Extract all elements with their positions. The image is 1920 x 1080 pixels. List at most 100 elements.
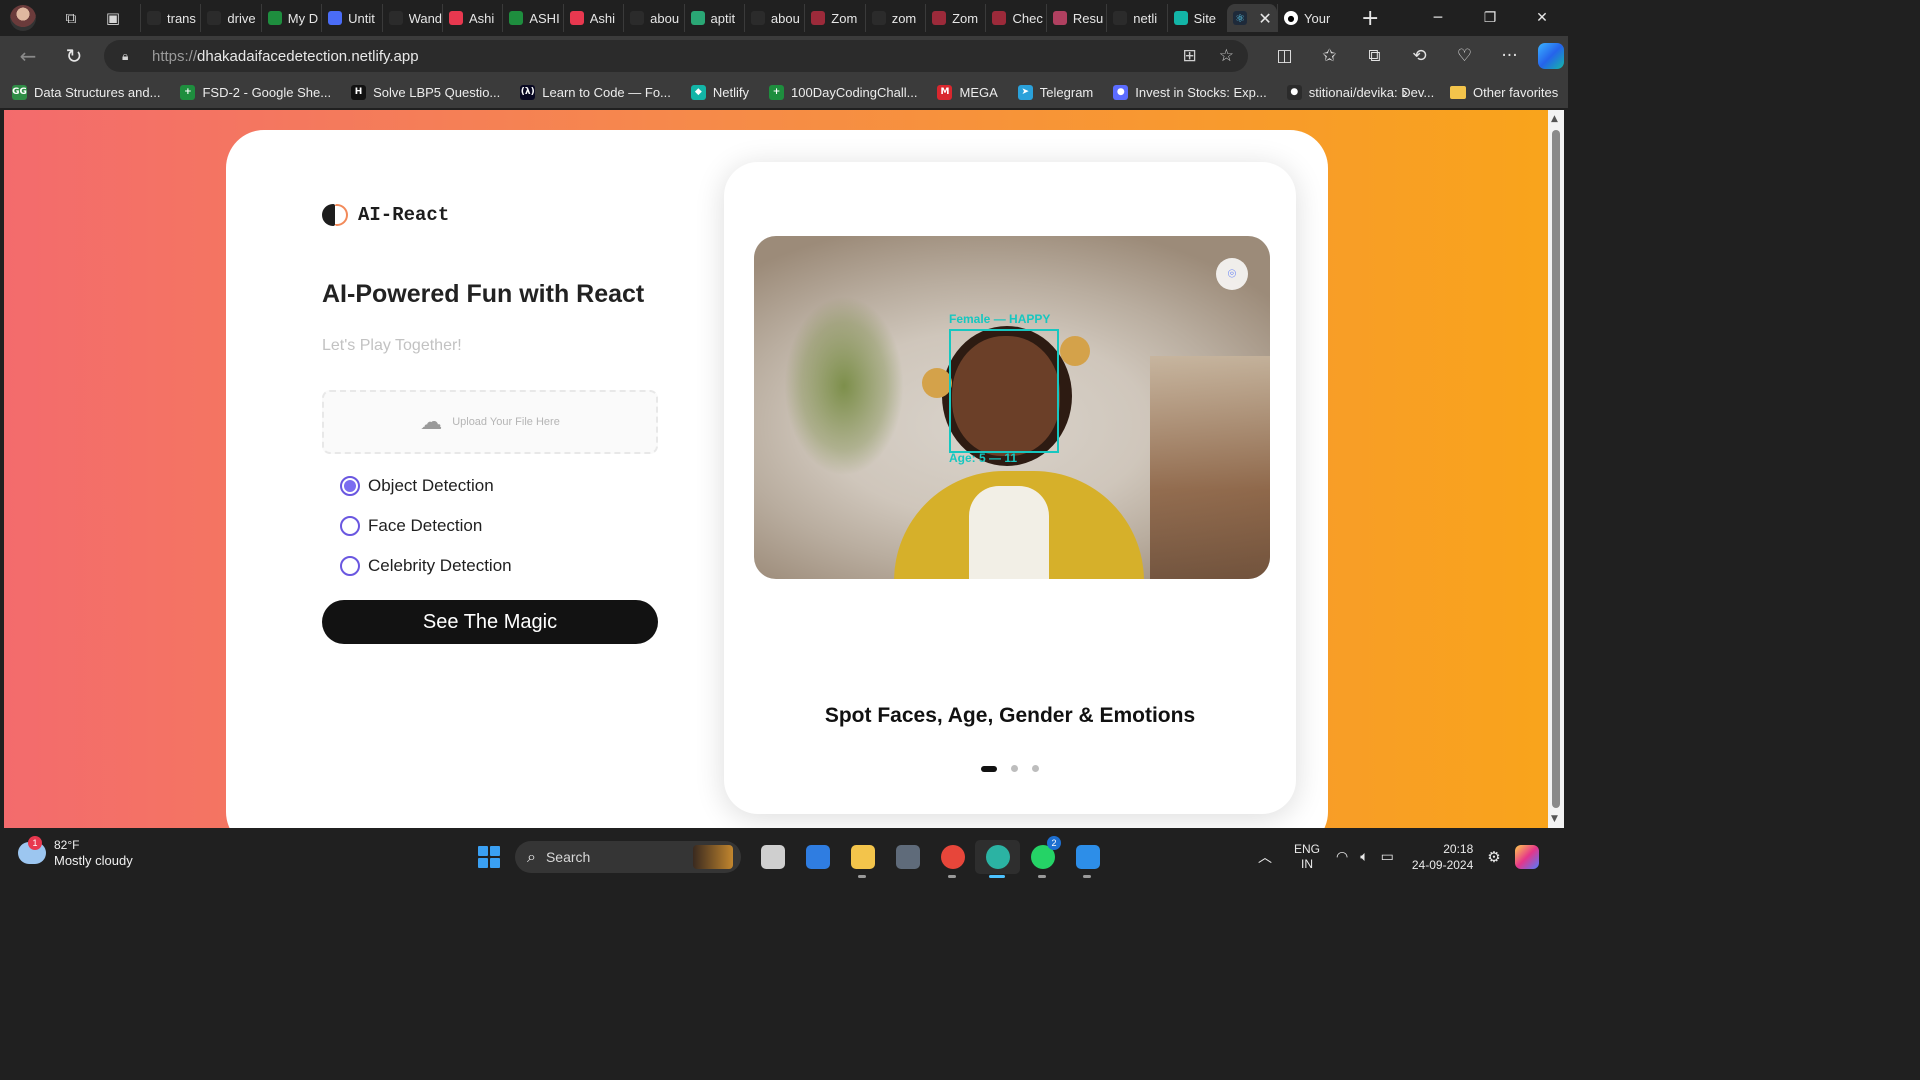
active-tab[interactable]: ⚛ ✕: [1227, 4, 1278, 32]
favorite-link[interactable]: ➤ Telegram: [1017, 84, 1093, 100]
wifi-icon[interactable]: ◠: [1336, 849, 1348, 865]
tab[interactable]: My D: [260, 4, 321, 32]
refresh-button[interactable]: ↻: [56, 38, 92, 74]
option-celebrity-detection[interactable]: Celebrity Detection: [340, 556, 512, 576]
notification-badge: 2: [1047, 836, 1061, 850]
close-tab-icon[interactable]: ✕: [1253, 9, 1277, 28]
chrome-taskbar-button[interactable]: [930, 840, 975, 878]
favorite-link[interactable]: ● stitionai/devika: Dev...: [1286, 84, 1434, 100]
favorite-link[interactable]: ◆ Netlify: [690, 84, 749, 100]
zomato-icon: [932, 11, 947, 25]
scrollbar-thumb[interactable]: [1552, 130, 1560, 808]
tab[interactable]: Wand: [381, 4, 442, 32]
favorite-link[interactable]: ● Invest in Stocks: Exp...: [1113, 84, 1267, 100]
toolbar: ◫ ✩ ⧉ ⟲ ♡ ···: [1262, 36, 1564, 76]
new-tab-button[interactable]: +: [1361, 6, 1379, 31]
vertical-tabs-icon[interactable]: ▣: [104, 9, 122, 27]
option-face-detection[interactable]: Face Detection: [340, 516, 482, 536]
lock-icon[interactable]: 🔒︎: [122, 49, 136, 63]
tab[interactable]: abou: [623, 4, 683, 32]
taskbar-search[interactable]: ⌕ Search: [515, 841, 741, 873]
minimize-icon[interactable]: ─: [1412, 0, 1464, 36]
option-label: Celebrity Detection: [368, 556, 512, 575]
tab-github[interactable]: ● Your: [1277, 4, 1349, 32]
tab[interactable]: trans: [140, 4, 200, 32]
tab[interactable]: abou: [743, 4, 804, 32]
tab[interactable]: aptit: [683, 4, 744, 32]
close-window-icon[interactable]: ✕: [1516, 0, 1568, 36]
tab[interactable]: Ashi: [441, 4, 502, 32]
battery-icon[interactable]: ▭: [1381, 849, 1394, 865]
weather-widget[interactable]: 1 82°F Mostly cloudy: [18, 836, 133, 868]
tab[interactable]: drive: [200, 4, 260, 32]
scan-face-icon[interactable]: ⌾: [1216, 258, 1248, 290]
tab-title: Resu: [1072, 10, 1104, 26]
gender-emotion-label: Female — HAPPY: [949, 312, 1051, 326]
address-bar[interactable]: 🔒︎ https://dhakadaifacedetection.netlify…: [104, 40, 1248, 72]
tab[interactable]: Ashi: [562, 4, 623, 32]
favorites-icon[interactable]: ✩: [1307, 46, 1352, 66]
edge-taskbar-button[interactable]: [975, 840, 1020, 878]
tab-title: Wand: [408, 10, 442, 26]
github-icon: ●: [1286, 84, 1302, 100]
favorite-link[interactable]: GG Data Structures and...: [12, 84, 160, 100]
settings-app-taskbar-button[interactable]: [885, 840, 930, 874]
tab[interactable]: netli: [1106, 4, 1166, 32]
favorite-link[interactable]: (λ) Learn to Code — Fo...: [520, 84, 671, 100]
microsoft-store-taskbar-button[interactable]: [795, 840, 840, 874]
tab[interactable]: ASHI: [502, 4, 562, 32]
url-text[interactable]: https://dhakadaifacedetection.netlify.ap…: [152, 48, 419, 65]
vscode-taskbar-button[interactable]: [1065, 840, 1110, 878]
brand[interactable]: AI-React: [322, 202, 449, 228]
notifications-icon[interactable]: ⚙: [1487, 848, 1500, 866]
history-icon[interactable]: ⟲: [1397, 46, 1442, 66]
scroll-up-icon[interactable]: ▲: [1551, 114, 1558, 124]
performance-icon[interactable]: ♡: [1442, 46, 1487, 66]
more-menu-icon[interactable]: ···: [1487, 46, 1532, 66]
carousel-dot[interactable]: [1032, 765, 1039, 772]
tab[interactable]: Site: [1166, 4, 1227, 32]
favorite-link[interactable]: +100DayCodingChall...: [769, 84, 917, 100]
workspaces-icon[interactable]: ⧉: [62, 9, 80, 27]
start-button[interactable]: [478, 846, 500, 868]
collections-icon[interactable]: ⧉: [1352, 46, 1397, 66]
carousel-dot[interactable]: [981, 765, 997, 772]
favorite-star-icon[interactable]: ☆: [1219, 46, 1234, 66]
option-object-detection[interactable]: Object Detection: [340, 476, 494, 496]
carousel-dot[interactable]: [1011, 765, 1018, 772]
favorite-link[interactable]: + FSD-2 - Google She...: [180, 84, 331, 100]
volume-icon[interactable]: 🔈︎: [1360, 849, 1368, 865]
whatsapp-taskbar-button[interactable]: 2: [1020, 836, 1065, 878]
see-the-magic-button[interactable]: See The Magic: [322, 600, 658, 644]
clock[interactable]: 20:18 24-09-2024: [1412, 841, 1473, 873]
file-explorer-taskbar-button[interactable]: [840, 840, 885, 878]
chevron-right-icon[interactable]: ›: [1402, 83, 1408, 102]
tab[interactable]: Resu: [1045, 4, 1106, 32]
scroll-down-icon[interactable]: ▼: [1551, 814, 1558, 824]
other-favorites[interactable]: Other favorites: [1450, 85, 1558, 100]
copilot-taskbar-icon[interactable]: [1514, 845, 1539, 869]
show-hidden-icons[interactable]: ︿: [1258, 847, 1272, 867]
split-screen-icon[interactable]: ◫: [1262, 46, 1307, 66]
page-scrollbar[interactable]: ▲ ▼: [1548, 110, 1564, 828]
tab[interactable]: Chec: [985, 4, 1045, 32]
restore-icon[interactable]: ❐: [1464, 0, 1516, 36]
tab[interactable]: zom: [864, 4, 925, 32]
main-card: AI-React AI-Powered Fun with React Let's…: [226, 130, 1328, 828]
app-available-icon[interactable]: ⊞: [1183, 46, 1197, 66]
copilot-icon[interactable]: [1538, 43, 1564, 69]
tab[interactable]: Zom: [804, 4, 864, 32]
favorite-link[interactable]: M MEGA: [937, 84, 998, 100]
radio-button[interactable]: [340, 516, 360, 536]
tab[interactable]: Zom: [925, 4, 985, 32]
task-view-taskbar-button[interactable]: [750, 840, 795, 874]
favorite-link[interactable]: H Solve LBP5 Questio...: [351, 84, 500, 100]
profile-avatar[interactable]: [10, 5, 36, 31]
file-upload-dropzone[interactable]: ☁ Upload Your File Here: [322, 390, 658, 454]
radio-button[interactable]: [340, 556, 360, 576]
input-language[interactable]: ENG IN: [1294, 842, 1320, 872]
window-controls: ─ ❐ ✕: [1412, 0, 1568, 36]
back-button[interactable]: ←: [10, 38, 46, 74]
radio-button[interactable]: [340, 476, 360, 496]
tab[interactable]: Untit: [321, 4, 381, 32]
